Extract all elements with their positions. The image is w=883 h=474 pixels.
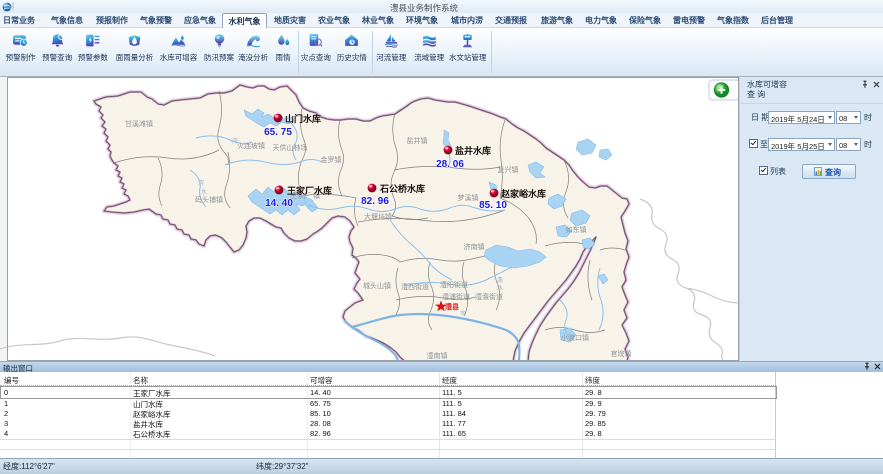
svg-text:小渡口镇: 小渡口镇 <box>561 333 589 342</box>
svg-text:甘溪滩镇: 甘溪滩镇 <box>125 119 153 128</box>
svg-text:涔: 涔 <box>232 137 238 145</box>
svg-text:大堰垱镇: 大堰垱镇 <box>364 212 392 221</box>
svg-text:澧浦街道: 澧浦街道 <box>442 292 470 301</box>
svg-text:82. 96: 82. 96 <box>361 196 389 207</box>
svg-text:水: 水 <box>201 188 207 196</box>
svg-text:澧阳街道: 澧阳街道 <box>440 280 468 289</box>
svg-text:王家厂水库: 王家厂水库 <box>287 185 332 196</box>
svg-text:金罗镇: 金罗镇 <box>321 155 342 164</box>
svg-text:28. 06: 28. 06 <box>436 159 464 170</box>
svg-text:石公桥水库: 石公桥水库 <box>379 183 425 194</box>
svg-text:水: 水 <box>497 284 503 292</box>
svg-text:官垸镇: 官垸镇 <box>611 349 632 358</box>
svg-text:火连坡镇: 火连坡镇 <box>237 141 265 150</box>
svg-text:14. 40: 14. 40 <box>265 198 293 209</box>
svg-text:澹: 澹 <box>497 276 503 284</box>
svg-text:盐井水库: 盐井水库 <box>455 145 491 156</box>
svg-text:如东镇: 如东镇 <box>566 225 587 234</box>
svg-text:水: 水 <box>460 309 466 317</box>
svg-text:码头铺镇: 码头铺镇 <box>195 195 223 204</box>
svg-text:盐井镇: 盐井镇 <box>407 136 428 145</box>
svg-text:澧南镇: 澧南镇 <box>427 351 448 360</box>
svg-text:济南镇: 济南镇 <box>464 242 485 251</box>
svg-text:梦溪镇: 梦溪镇 <box>458 193 479 202</box>
svg-text:山门水库: 山门水库 <box>285 113 321 124</box>
svg-text:澧西街道: 澧西街道 <box>401 282 429 291</box>
svg-text:澧澹街道: 澧澹街道 <box>475 292 503 301</box>
svg-text:85. 10: 85. 10 <box>479 200 507 211</box>
svg-text:天供山林场: 天供山林场 <box>273 143 308 152</box>
svg-text:65. 75: 65. 75 <box>264 127 292 138</box>
svg-text:涔: 涔 <box>198 179 204 187</box>
svg-text:赵家峪水库: 赵家峪水库 <box>500 188 546 199</box>
svg-text:城头山镇: 城头山镇 <box>363 281 391 290</box>
svg-text:澧县: 澧县 <box>445 302 459 311</box>
svg-text:复兴镇: 复兴镇 <box>498 165 519 174</box>
